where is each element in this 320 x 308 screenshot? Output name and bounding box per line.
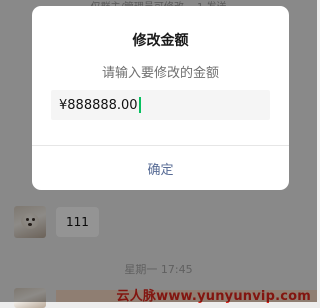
dialog-prompt: 请输入要修改的金额 <box>101 66 219 81</box>
text-caret <box>138 97 141 113</box>
dialog-title: 修改金额 <box>132 33 189 49</box>
edit-amount-dialog: 修改金额 请输入要修改的金额 ¥888888.00 确定 <box>32 6 289 190</box>
amount-value: ¥888888.00 <box>59 97 138 113</box>
amount-input[interactable]: ¥888888.00 <box>51 90 270 120</box>
confirm-button[interactable]: 确定 <box>32 146 289 190</box>
